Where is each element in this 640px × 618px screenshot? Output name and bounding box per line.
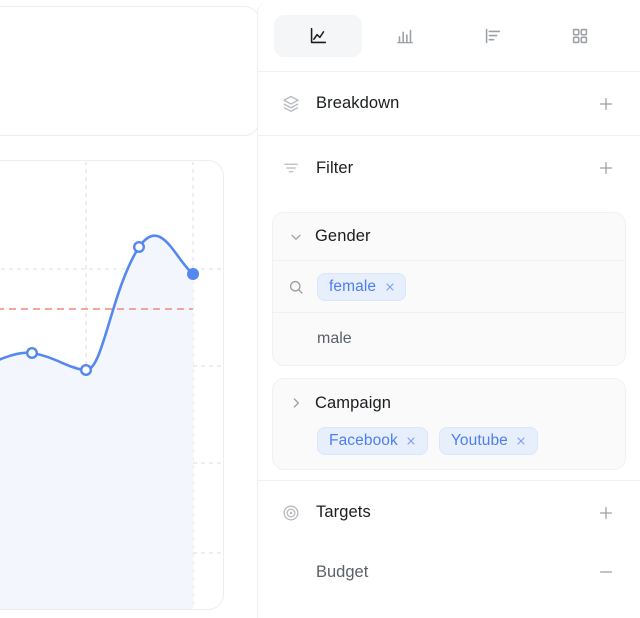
- filter-label: Filter: [316, 158, 354, 177]
- chart-point-marker[interactable]: [25, 346, 38, 359]
- target-icon: [280, 502, 302, 524]
- chevron-right-icon[interactable]: [285, 392, 307, 414]
- chart-point-marker-active[interactable]: [187, 268, 199, 280]
- filter-chip-youtube[interactable]: Youtube: [438, 427, 538, 455]
- layers-icon: [280, 93, 302, 115]
- filter-chip-facebook[interactable]: Facebook: [317, 427, 428, 455]
- section-targets[interactable]: Targets: [258, 480, 640, 544]
- filter-icon: [280, 157, 302, 179]
- targets-add-button[interactable]: [594, 501, 618, 525]
- chip-remove-icon[interactable]: [515, 435, 528, 448]
- filter-group-gender-header[interactable]: Gender: [273, 213, 625, 261]
- filter-add-button[interactable]: [594, 156, 618, 180]
- filter-group-campaign: Campaign Facebook Youtube: [272, 378, 626, 470]
- top-card-fragment: [0, 6, 257, 136]
- row-budget[interactable]: Budget: [258, 544, 640, 600]
- chip-remove-icon[interactable]: [383, 280, 396, 293]
- app-root: Breakdown Filter Gender female male Camp…: [0, 0, 640, 618]
- chip-label: female: [329, 277, 377, 295]
- campaign-chips-row: Facebook Youtube: [273, 427, 625, 469]
- tab-line-chart[interactable]: [274, 14, 362, 57]
- breakdown-add-button[interactable]: [594, 92, 618, 116]
- search-icon: [285, 276, 307, 298]
- line-chart-icon: [307, 25, 329, 47]
- section-filter[interactable]: Filter: [258, 136, 640, 200]
- chart-region: [0, 0, 257, 618]
- view-tabbar: [258, 0, 640, 72]
- chart-point-marker[interactable]: [79, 363, 92, 376]
- horizontal-bar-chart-icon: [482, 25, 504, 47]
- tab-horizontal-bar-chart[interactable]: [449, 15, 537, 57]
- budget-remove-button[interactable]: [594, 560, 618, 584]
- chip-label: Facebook: [329, 432, 398, 449]
- chart-point-marker[interactable]: [132, 240, 145, 253]
- tab-grid-view[interactable]: [537, 15, 625, 57]
- section-breakdown[interactable]: Breakdown: [258, 72, 640, 136]
- filter-group-gender: Gender female male: [272, 212, 626, 366]
- filter-group-gender-title: Gender: [315, 227, 371, 245]
- budget-label: Budget: [316, 562, 369, 581]
- grid-icon: [569, 25, 591, 47]
- chart-area-fill: [0, 235, 193, 609]
- controls-panel: Breakdown Filter Gender female male Camp…: [257, 0, 640, 618]
- breakdown-label: Breakdown: [316, 94, 400, 112]
- bar-chart-icon: [394, 25, 416, 47]
- chart-card: [0, 160, 224, 610]
- line-chart-svg: [0, 162, 223, 609]
- filter-option-male[interactable]: male: [273, 313, 625, 365]
- filter-chip-female[interactable]: female: [317, 272, 407, 301]
- targets-label: Targets: [316, 503, 371, 521]
- chip-label: Youtube: [450, 432, 508, 449]
- tab-bar-chart[interactable]: [362, 15, 450, 57]
- chip-remove-icon[interactable]: [405, 435, 418, 448]
- chevron-down-icon[interactable]: [285, 226, 307, 248]
- filter-group-campaign-title: Campaign: [315, 393, 392, 412]
- filter-group-campaign-header[interactable]: Campaign: [273, 379, 625, 427]
- gender-search-row[interactable]: female: [273, 261, 625, 313]
